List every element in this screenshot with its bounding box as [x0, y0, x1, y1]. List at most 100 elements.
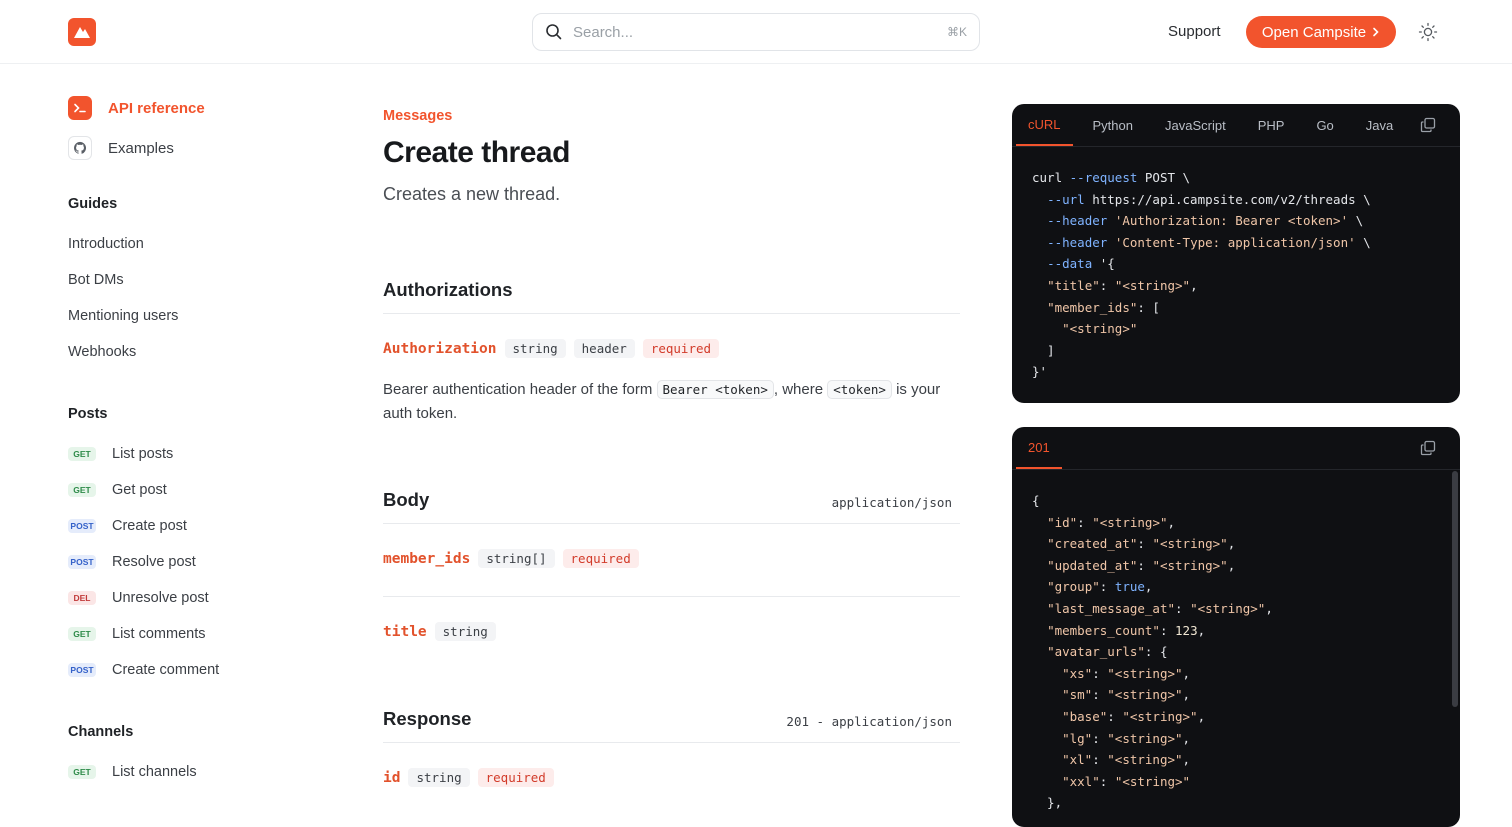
method-badge: POST [68, 519, 96, 533]
sidebar-item-label: List posts [112, 446, 174, 462]
code-line: "group": true, [1047, 579, 1153, 595]
sidebar-heading-channels: Channels [68, 724, 134, 740]
code-line: "sm": "<string>", [1062, 687, 1191, 703]
desc-text: , where [773, 381, 828, 398]
param-member-ids: member_ids string[] required [383, 549, 639, 568]
body-section-header: Body application/json [383, 489, 960, 524]
tab-go[interactable]: Go [1304, 104, 1345, 146]
request-code-panel: cURL Python JavaScript PHP Go Java curl … [1012, 104, 1460, 403]
sidebar-item-list-comments[interactable]: GET List comments [68, 626, 205, 642]
code-line: "updated_at": "<string>", [1047, 557, 1236, 573]
param-type: string [434, 622, 496, 641]
sidebar-item-label: Examples [108, 139, 174, 157]
response-code-panel: 201 { "id": "<string>", "created_at": "<… [1012, 427, 1460, 827]
tab-curl[interactable]: cURL [1016, 104, 1073, 146]
code-line: "title": "<string>", [1047, 277, 1198, 293]
language-tabs: cURL Python JavaScript PHP Go Java [1012, 104, 1460, 147]
method-badge: DEL [68, 591, 96, 605]
code-line: --header 'Authorization: Bearer <token>'… [1047, 213, 1364, 229]
method-badge: GET [68, 447, 96, 461]
code-line: { [1032, 493, 1040, 508]
inline-code: <token> [827, 380, 892, 399]
campsite-logo[interactable] [68, 18, 96, 46]
param-required-badge: required [477, 768, 554, 787]
param-name[interactable]: title [383, 624, 427, 640]
code-line: ] [1032, 342, 1055, 358]
page-title: Create thread [383, 136, 570, 169]
sidebar-item-label: API reference [108, 99, 205, 117]
code-line: "xs": "<string>", [1062, 665, 1191, 681]
code-line: "xl": "<string>", [1062, 752, 1191, 768]
sidebar-item-api-reference[interactable]: API reference [68, 96, 205, 120]
code-line: --data '{ [1047, 256, 1115, 272]
param-name[interactable]: member_ids [383, 551, 470, 567]
authorizations-section-header: Authorizations [383, 279, 960, 314]
sidebar-item-label: List channels [112, 764, 197, 780]
github-icon [68, 136, 92, 160]
param-description: Bearer authentication header of the form… [383, 378, 960, 426]
content-type: 201 - application/json [786, 714, 952, 729]
logo-mark-icon [74, 27, 90, 38]
sidebar-item-create-comment[interactable]: POST Create comment [68, 662, 219, 678]
sidebar-item-list-posts[interactable]: GET List posts [68, 446, 173, 462]
response-section-header: Response 201 - application/json [383, 708, 960, 743]
tab-php[interactable]: PHP [1246, 104, 1297, 146]
method-badge: POST [68, 663, 96, 677]
code-line: "members_count": 123, [1047, 622, 1206, 638]
tab-java[interactable]: Java [1354, 104, 1405, 146]
code-line: "created_at": "<string>", [1047, 536, 1236, 552]
response-tabs: 201 [1012, 427, 1460, 470]
copy-icon[interactable] [1420, 440, 1436, 456]
param-type: string [408, 768, 470, 787]
sidebar-item-resolve-post[interactable]: POST Resolve post [68, 554, 196, 570]
sidebar-item-unresolve-post[interactable]: DEL Unresolve post [68, 590, 209, 606]
copy-icon[interactable] [1420, 117, 1436, 133]
divider [383, 596, 960, 597]
sidebar-item-mentioning-users[interactable]: Mentioning users [68, 308, 178, 324]
sidebar-item-get-post[interactable]: GET Get post [68, 482, 167, 498]
tab-javascript[interactable]: JavaScript [1153, 104, 1238, 146]
method-badge: GET [68, 765, 96, 779]
scrollbar[interactable] [1452, 471, 1458, 707]
open-campsite-label: Open Campsite [1261, 23, 1367, 41]
param-name[interactable]: id [383, 770, 400, 786]
param-required-badge: required [562, 549, 639, 568]
sidebar-item-label: List comments [112, 626, 206, 642]
code-line: "last_message_at": "<string>", [1047, 600, 1273, 616]
tab-python[interactable]: Python [1081, 104, 1145, 146]
code-line: "member_ids": [ [1047, 299, 1160, 315]
support-link[interactable]: Support [1168, 23, 1221, 40]
search-input[interactable]: Search... ⌘K [532, 13, 980, 51]
breadcrumb[interactable]: Messages [383, 108, 452, 124]
tab-status-201[interactable]: 201 [1016, 427, 1062, 469]
code-line: }, [1032, 795, 1063, 811]
page-subtitle: Creates a new thread. [383, 184, 561, 204]
param-name[interactable]: Authorization [383, 341, 497, 357]
sidebar-item-label: Create comment [112, 662, 220, 678]
code-line: "lg": "<string>", [1062, 730, 1191, 746]
sidebar-item-webhooks[interactable]: Webhooks [68, 344, 136, 360]
method-badge: POST [68, 555, 96, 569]
search-icon [546, 24, 562, 40]
sidebar-item-label: Unresolve post [112, 590, 209, 606]
param-location: header [573, 339, 635, 358]
open-campsite-button[interactable]: Open Campsite [1246, 16, 1396, 48]
param-id: id string required [383, 768, 554, 787]
inline-code: Bearer <token> [656, 380, 774, 399]
code-line: "avatar_urls": { [1047, 644, 1168, 660]
sidebar-item-examples[interactable]: Examples [68, 136, 174, 160]
param-required-badge: required [642, 339, 720, 358]
code-line: }' [1032, 364, 1048, 380]
param-authorization: Authorization string header required [383, 339, 720, 358]
sun-icon[interactable] [1418, 22, 1438, 42]
code-line: "<string>" [1062, 321, 1138, 337]
code-line: curl --request POST \ [1032, 170, 1191, 185]
sidebar-item-create-post[interactable]: POST Create post [68, 518, 187, 534]
sidebar-item-label: Create post [112, 518, 187, 534]
sidebar-item-list-channels[interactable]: GET List channels [68, 764, 197, 780]
sidebar-item-introduction[interactable]: Introduction [68, 236, 144, 252]
code-line: "xxl": "<string>" [1062, 773, 1191, 789]
code-line: --url https://api.campsite.com/v2/thread… [1047, 191, 1371, 207]
search-shortcut: ⌘K [946, 25, 967, 39]
sidebar-item-bot-dms[interactable]: Bot DMs [68, 272, 124, 288]
